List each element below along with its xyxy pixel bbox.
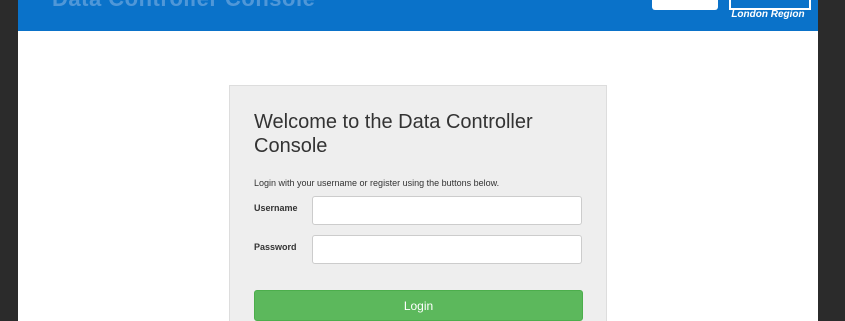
header-banner: Data Controller Console London Region <box>18 0 818 31</box>
username-input[interactable] <box>312 196 582 225</box>
browser-window: Data Controller Console London Region We… <box>18 0 818 321</box>
organisation-logo <box>652 0 718 10</box>
login-panel: Welcome to the Data Controller Console L… <box>229 85 607 321</box>
page-title: Welcome to the Data Controller Console <box>254 111 533 157</box>
password-label: Password <box>254 242 297 252</box>
screen-frame: Data Controller Console London Region We… <box>0 0 845 321</box>
login-button[interactable]: Login <box>254 290 583 321</box>
region-label: London Region <box>731 9 805 20</box>
password-input[interactable] <box>312 235 582 264</box>
username-label: Username <box>254 203 298 213</box>
app-title: Data Controller Console <box>52 0 315 12</box>
login-instructions: Login with your username or register usi… <box>254 178 500 188</box>
